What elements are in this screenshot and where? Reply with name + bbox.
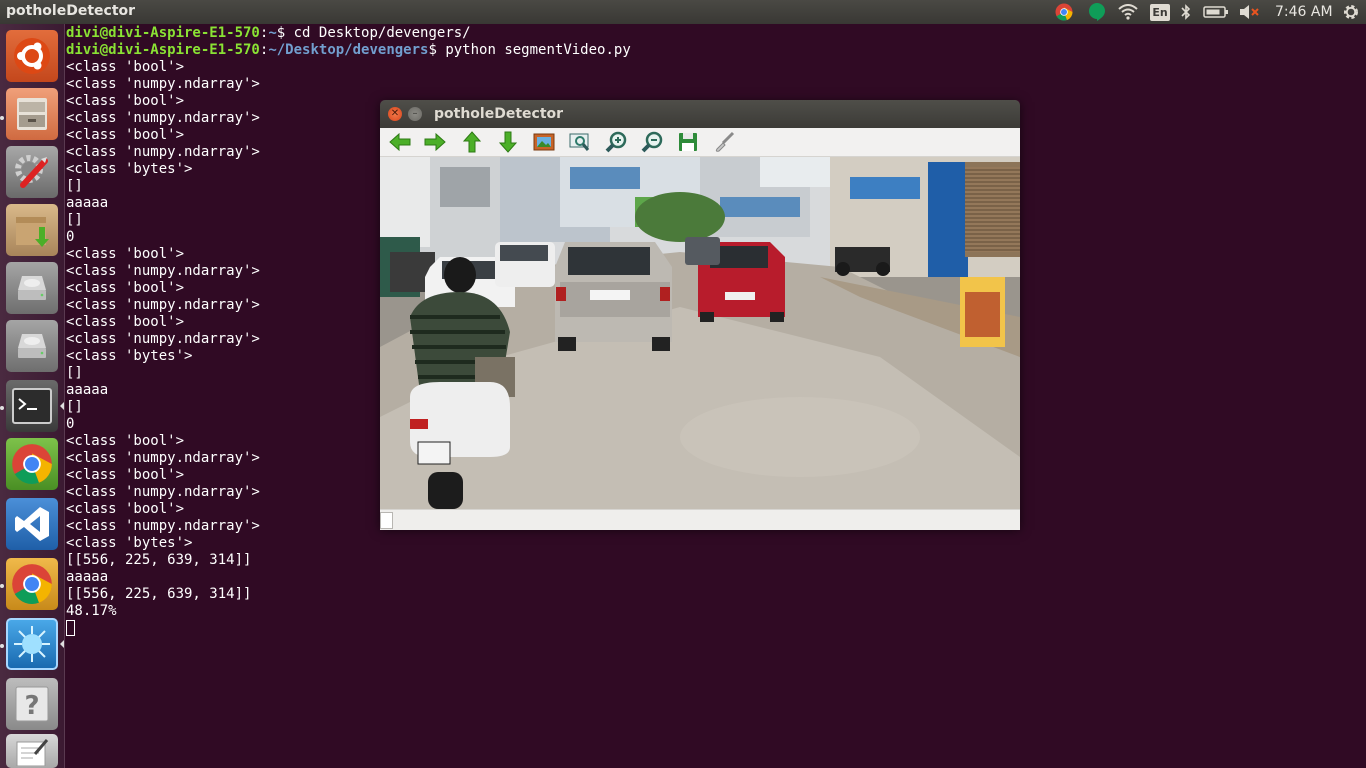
chrome-icon[interactable]: [6, 558, 58, 610]
volume-muted-icon[interactable]: [1237, 2, 1261, 22]
arrow-down-icon[interactable]: [496, 131, 520, 153]
prompt-command: $ python segmentVideo.py: [428, 42, 631, 58]
terminal-output-line: [[556, 225, 639, 314]]: [66, 552, 252, 568]
video-frame: [380, 157, 1020, 509]
system-settings-icon[interactable]: [6, 146, 58, 198]
terminal-output-line: [[556, 225, 639, 314]]: [66, 586, 252, 602]
top-panel: potholeDetector En 7:46 AM: [0, 0, 1366, 24]
svg-text:?: ?: [24, 691, 39, 721]
chrome-icon[interactable]: [6, 438, 58, 490]
drive-icon[interactable]: [6, 262, 58, 314]
status-indicator: [380, 512, 393, 529]
chrome-icon[interactable]: [1053, 2, 1075, 22]
spark-app-icon[interactable]: [6, 618, 58, 670]
launcher: ?: [0, 24, 65, 768]
arrow-right-icon[interactable]: [423, 131, 447, 153]
prompt-path: ~/Desktop/devengers: [268, 42, 429, 58]
prompt-command: $ cd Desktop/devengers/: [276, 25, 471, 41]
arrow-up-icon[interactable]: [460, 131, 484, 153]
text-editor-icon[interactable]: [6, 734, 58, 768]
prompt-user: divi@divi-Aspire-E1-570: [66, 42, 260, 58]
terminal-output-line: <class 'bool'>: [66, 59, 185, 75]
close-icon[interactable]: ✕: [388, 107, 402, 121]
vscode-icon[interactable]: [6, 498, 58, 550]
keyboard-icon[interactable]: En: [1149, 2, 1171, 22]
image-icon[interactable]: [532, 131, 556, 153]
terminal-icon[interactable]: [6, 380, 58, 432]
window-title: potholeDetector: [434, 106, 564, 122]
zoom-fit-icon[interactable]: [568, 131, 592, 153]
bluetooth-icon[interactable]: [1177, 2, 1195, 22]
terminal-prompt-line: divi@divi-Aspire-E1-570:~$ cd Desktop/de…: [66, 25, 1366, 42]
viewer-statusbar: [380, 509, 1020, 530]
arrow-left-icon[interactable]: [388, 131, 412, 153]
settings-gear-icon[interactable]: [1340, 2, 1362, 22]
terminal-cursor-line: [66, 620, 1366, 637]
help-icon[interactable]: ?: [6, 678, 58, 730]
zoom-in-icon[interactable]: [604, 131, 628, 153]
pothole-detector-window: ✕ – potholeDetector: [380, 100, 1020, 530]
terminal-output-line: aaaaa: [66, 569, 109, 585]
terminal-output-line: 48.17%: [66, 603, 117, 619]
zoom-out-icon[interactable]: [640, 131, 664, 153]
brush-icon[interactable]: [712, 131, 736, 153]
terminal-output-line: <class 'numpy.ndarray'>: [66, 76, 260, 92]
terminal-cursor: [66, 620, 75, 636]
terminal-prompt-line: divi@divi-Aspire-E1-570:~/Desktop/deveng…: [66, 42, 1366, 59]
file-cabinet-icon[interactable]: [6, 88, 58, 140]
window-titlebar[interactable]: ✕ – potholeDetector: [380, 100, 1020, 128]
save-icon[interactable]: [676, 131, 700, 153]
clock[interactable]: 7:46 AM: [1275, 4, 1333, 20]
wifi-icon[interactable]: [1117, 2, 1139, 22]
active-app-title: potholeDetector: [6, 3, 136, 19]
drive-icon[interactable]: [6, 320, 58, 372]
minimize-icon[interactable]: –: [408, 107, 422, 121]
viewer-toolbar: [380, 128, 1020, 157]
keyboard-layout-label: En: [1150, 3, 1170, 21]
road-scene-image: [380, 157, 1020, 509]
battery-icon[interactable]: [1202, 2, 1230, 22]
prompt-user: divi@divi-Aspire-E1-570: [66, 25, 260, 41]
prompt-path: ~: [268, 25, 277, 41]
software-updater-icon[interactable]: [6, 204, 58, 256]
hangouts-icon[interactable]: [1086, 2, 1108, 22]
ubuntu-logo-icon[interactable]: [6, 30, 58, 82]
terminal-output-line: <class 'bytes'>: [66, 535, 193, 551]
